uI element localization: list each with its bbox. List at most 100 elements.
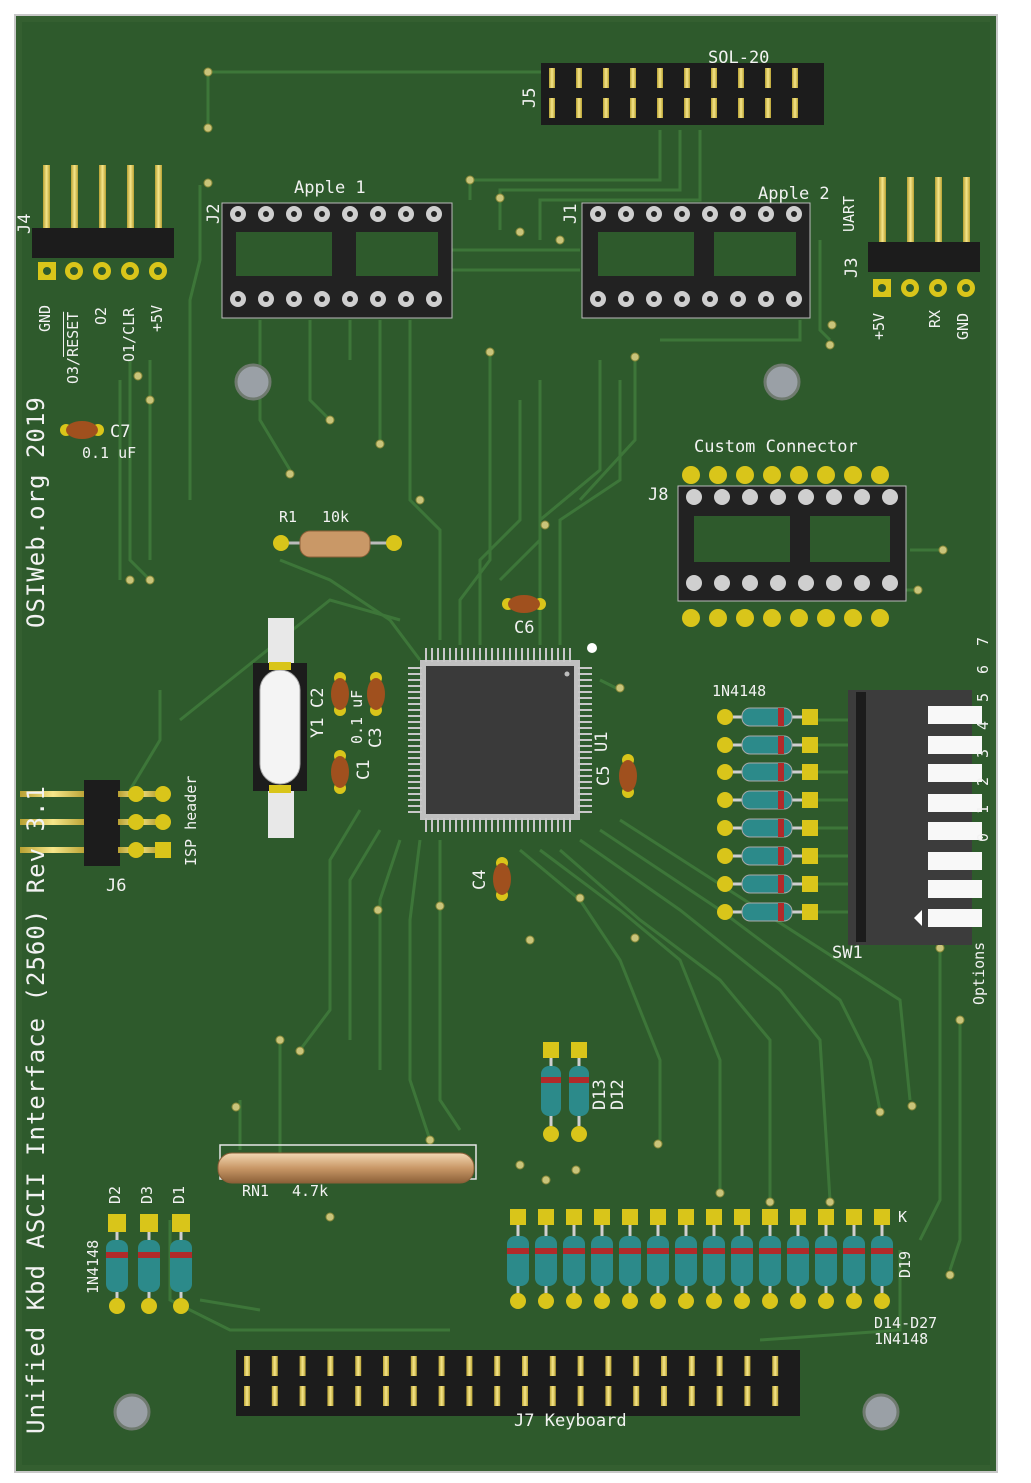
d13-ref-label: D13 <box>590 1079 610 1110</box>
j7-pin <box>299 1386 306 1406</box>
j4-pin-gnd: GND <box>36 304 54 332</box>
d12-d13-diodes <box>541 1042 589 1142</box>
j7-pin <box>355 1356 362 1376</box>
j8-ref-label: J8 <box>648 485 669 505</box>
j3-name-label: UART <box>840 195 858 232</box>
j4-pin-reset: O3/RESET <box>64 311 82 384</box>
j7-pin <box>633 1386 640 1406</box>
j1-name-label: Apple 2 <box>758 184 830 204</box>
c7-ref-label: C7 <box>110 422 131 442</box>
j5-header <box>541 63 824 125</box>
j7-pin <box>244 1356 250 1376</box>
j2-name-label: Apple 1 <box>294 178 366 198</box>
u1-ic <box>408 643 597 832</box>
c6-ref-label: C6 <box>514 618 535 638</box>
board-title: Unified Kbd ASCII Interface (2560) Rev 3… <box>22 785 50 1434</box>
j7-pin <box>577 1356 584 1376</box>
j7-pin <box>466 1386 473 1406</box>
j7-pin <box>522 1356 528 1376</box>
c5-ref-label: C5 <box>594 765 614 786</box>
j7-header <box>236 1350 800 1416</box>
j7-pin <box>466 1356 473 1376</box>
j7-pin <box>410 1356 417 1376</box>
sw1-options-label: Options <box>970 941 988 1005</box>
j8-socket <box>677 466 907 627</box>
sw1-pos-3: 3 <box>974 748 992 758</box>
cap-value-label: 0.1 uF <box>348 689 366 744</box>
sw1-pos-6: 6 <box>974 664 992 674</box>
j3-header <box>868 177 980 297</box>
j7-pin <box>744 1356 751 1376</box>
j8-name-label: Custom Connector <box>694 437 858 457</box>
j3-pin-gnd: GND <box>954 312 972 340</box>
rn1-value-label: 4.7k <box>292 1182 329 1200</box>
diode-array-right <box>717 707 818 922</box>
j1-ref-label: J1 <box>561 203 581 224</box>
d1-d2-d3-diodes <box>106 1214 192 1314</box>
sw1-dipswitch <box>848 690 982 945</box>
j7-pin <box>744 1386 751 1406</box>
j7-pin <box>494 1386 501 1406</box>
j7-pin <box>244 1386 250 1406</box>
c2-ref-label: C2 <box>308 687 328 708</box>
j7-pin <box>688 1356 695 1376</box>
j4-header <box>32 165 174 280</box>
j5-ref-label: J5 <box>520 87 540 108</box>
j7-pin <box>383 1386 389 1406</box>
j7-pin <box>688 1386 695 1406</box>
sw1-ref-label: SW1 <box>832 943 863 963</box>
board-credit: OSIWeb.org 2019 <box>22 396 50 628</box>
j6-name-label: ISP header <box>182 775 200 866</box>
j4-pin-clr: O1/CLR <box>120 307 138 362</box>
d2-ref-label: D2 <box>106 1185 124 1204</box>
j7-name-label: Keyboard <box>544 1411 627 1431</box>
y1-crystal <box>253 618 307 838</box>
c6-capacitor <box>502 595 546 613</box>
c7-value-label: 0.1 uF <box>82 444 137 462</box>
j7-pin <box>327 1356 334 1376</box>
j3-pin-rx: RX <box>926 309 944 328</box>
j2-ref-label: J2 <box>204 203 224 224</box>
j7-pin <box>299 1356 306 1376</box>
d3-ref-label: D3 <box>138 1185 156 1204</box>
diode-range-label: D14-D27 <box>874 1314 938 1332</box>
j7-pin <box>327 1386 334 1406</box>
j7-pin <box>438 1356 445 1376</box>
components-layer <box>20 63 982 1431</box>
u1-ref-label: U1 <box>592 731 612 752</box>
c1-ref-label: C1 <box>354 759 374 780</box>
j7-pin <box>577 1386 584 1406</box>
diode-range-value: 1N4148 <box>874 1330 929 1348</box>
diode-array-value: 1N4148 <box>712 682 767 700</box>
j5-name-label: SOL-20 <box>708 48 770 68</box>
d19-ref-label: D19 <box>896 1250 914 1278</box>
c7-capacitor <box>60 421 104 439</box>
d14-d27-diodes <box>507 1209 893 1309</box>
j7-pin <box>772 1356 779 1376</box>
j7-pin <box>605 1386 612 1406</box>
sw1-pos-1: 1 <box>974 804 992 814</box>
j7-pin <box>716 1386 723 1406</box>
j7-pin <box>383 1356 389 1376</box>
j7-pin <box>271 1356 278 1376</box>
j7-pin <box>494 1356 501 1376</box>
r1-ref-label: R1 <box>279 508 298 526</box>
sw1-pos-0: 0 <box>974 832 992 842</box>
rn1-ref-label: RN1 <box>242 1182 270 1200</box>
j7-pin <box>661 1386 667 1406</box>
j4-ref-label: J4 <box>15 213 35 234</box>
j7-pin <box>605 1356 612 1376</box>
j7-pin <box>772 1386 779 1406</box>
c4-ref-label: C4 <box>470 869 490 890</box>
d12-ref-label: D12 <box>608 1079 628 1110</box>
sw1-pos-4: 4 <box>974 720 992 730</box>
j1-socket <box>581 202 811 319</box>
j7-pin <box>549 1356 556 1376</box>
j7-pin <box>549 1386 556 1406</box>
r1-resistor <box>273 530 402 558</box>
j7-pin <box>271 1386 278 1406</box>
j7-pin <box>438 1386 445 1406</box>
j7-pin <box>355 1386 362 1406</box>
j7-pin <box>633 1356 640 1376</box>
d1-ref-label: D1 <box>170 1185 188 1204</box>
